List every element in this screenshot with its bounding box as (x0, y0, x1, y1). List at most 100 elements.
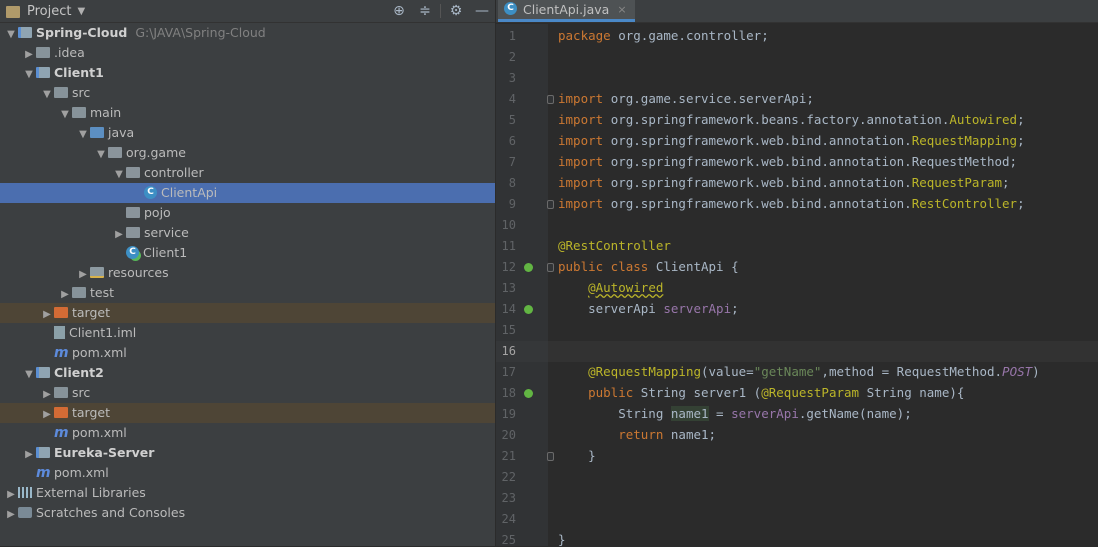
tree-item-label: Scratches and Consoles (36, 505, 186, 520)
tree-item[interactable]: ▶mpom.xml (0, 463, 495, 483)
tree-item[interactable]: ▶CClient1 (0, 243, 495, 263)
line-number: 25 (501, 533, 516, 547)
tree-item[interactable]: ▶mpom.xml (0, 343, 495, 363)
java-class-icon: C (144, 186, 157, 199)
spring-bean-icon[interactable] (524, 389, 533, 398)
tree-item[interactable]: ▼ Client2 (0, 363, 495, 383)
resources-folder-icon (90, 267, 104, 278)
code-line: String name1 = serverApi.getName(name); (558, 406, 912, 421)
spring-bean-icon[interactable] (524, 305, 533, 314)
line-number: 4 (508, 92, 516, 106)
module-folder-icon (18, 27, 32, 38)
code-line: serverApi serverApi; (558, 301, 739, 316)
expanded-arrow-icon[interactable]: ▼ (22, 65, 36, 85)
collapsed-arrow-icon[interactable]: ▶ (58, 285, 72, 305)
tree-item[interactable]: ▶ src (0, 383, 495, 403)
expanded-arrow-icon[interactable]: ▼ (22, 365, 36, 385)
tree-item-label: Client1 (143, 245, 188, 260)
tree-item[interactable]: ▼ main (0, 103, 495, 123)
project-tree: ▼ Spring-Cloud G:\JAVA\Spring-Cloud ▶ .idea ▼… (0, 23, 495, 523)
expanded-arrow-icon[interactable]: ▼ (76, 125, 90, 145)
tree-item[interactable]: ▶ target (0, 303, 495, 323)
tree-item[interactable]: ▶mpom.xml (0, 423, 495, 443)
tree-item[interactable]: ▼ controller (0, 163, 495, 183)
code-line: import org.springframework.web.bind.anno… (558, 175, 1010, 190)
tab-clientapi-java[interactable]: C ClientApi.java × (498, 0, 635, 22)
expanded-arrow-icon[interactable]: ▼ (4, 25, 18, 45)
close-icon[interactable]: × (617, 3, 626, 16)
tree-item[interactable]: ▼ src (0, 83, 495, 103)
line-gutter[interactable]: 1 2 3 4 5 6 7 8 9 10 11 12 13 14 15 16 17 18 19 20 21 22 23 24 2… (496, 24, 554, 547)
chevron-down-icon[interactable]: ▼ (77, 6, 85, 17)
line-number: 16 (501, 344, 516, 358)
spring-bean-icon[interactable] (524, 263, 533, 272)
tree-item-label: ClientApi (161, 185, 218, 200)
iml-file-icon (54, 326, 65, 339)
collapse-icon[interactable]: ≑ (412, 3, 438, 19)
collapsed-arrow-icon[interactable]: ▶ (4, 505, 18, 525)
collapsed-arrow-icon[interactable]: ▶ (76, 265, 90, 285)
runnable-class-icon: C (126, 246, 139, 259)
package-icon (108, 147, 122, 158)
tree-item-label: java (108, 125, 135, 140)
collapsed-arrow-icon[interactable]: ▶ (22, 445, 36, 465)
tree-item[interactable]: ▶ External Libraries (0, 483, 495, 503)
tree-item[interactable]: ▼ Spring-Cloud G:\JAVA\Spring-Cloud (0, 23, 495, 43)
tree-item[interactable]: ▶ Eureka-Server (0, 443, 495, 463)
expanded-arrow-icon[interactable]: ▼ (58, 105, 72, 125)
locate-icon[interactable]: ⊕ (386, 3, 412, 19)
tree-item-label: pojo (144, 205, 171, 220)
line-number: 20 (501, 428, 516, 442)
gear-icon[interactable]: ⚙ (443, 3, 469, 19)
tree-item[interactable]: ▶ Scratches and Consoles (0, 503, 495, 523)
expanded-arrow-icon[interactable]: ▼ (94, 145, 108, 165)
tree-item-label: Client2 (54, 365, 104, 380)
minimize-icon[interactable]: — (469, 3, 495, 19)
tree-item[interactable]: ▶ test (0, 283, 495, 303)
line-number: 11 (501, 239, 516, 253)
collapsed-arrow-icon[interactable]: ▶ (112, 225, 126, 245)
collapsed-arrow-icon[interactable]: ▶ (40, 405, 54, 425)
tree-item-label: main (90, 105, 122, 120)
collapsed-arrow-icon[interactable]: ▶ (22, 45, 36, 65)
code-line: } (558, 532, 566, 547)
tree-item[interactable]: ▶pojo (0, 203, 495, 223)
tree-item-label: src (72, 385, 91, 400)
maven-icon: m (54, 424, 69, 441)
tree-item-label: resources (108, 265, 169, 280)
tree-item[interactable]: ▶ target (0, 403, 495, 423)
tree-item-label: External Libraries (36, 485, 146, 500)
collapsed-arrow-icon[interactable]: ▶ (40, 305, 54, 325)
code-line: } (558, 448, 596, 463)
line-number: 9 (508, 197, 516, 211)
tree-item[interactable]: ▶CClientApi (0, 183, 495, 203)
tree-item[interactable]: ▶ .idea (0, 43, 495, 63)
collapsed-arrow-icon[interactable]: ▶ (4, 485, 18, 505)
tree-item[interactable]: ▼ org.game (0, 143, 495, 163)
tree-item[interactable]: ▼ Client1 (0, 63, 495, 83)
code-line: @RestController (558, 238, 671, 253)
line-number: 15 (501, 323, 516, 337)
current-line-highlight (548, 341, 1098, 362)
expanded-arrow-icon[interactable]: ▼ (112, 165, 126, 185)
project-view-selector[interactable]: Project (27, 4, 71, 19)
line-number: 24 (501, 512, 516, 526)
module-folder-icon (36, 67, 50, 78)
libraries-icon (18, 487, 32, 498)
project-icon (6, 6, 20, 18)
folder-icon (36, 47, 50, 58)
maven-icon: m (54, 344, 69, 361)
tree-item[interactable]: ▶ service (0, 223, 495, 243)
collapsed-arrow-icon[interactable]: ▶ (40, 385, 54, 405)
tree-item[interactable]: ▶ resources (0, 263, 495, 283)
code-editor[interactable]: package org.game.controller; import org.g… (548, 24, 1098, 547)
tree-item-label: Client1.iml (69, 325, 137, 340)
expanded-arrow-icon[interactable]: ▼ (40, 85, 54, 105)
tree-item-label: controller (144, 165, 204, 180)
code-line: import org.springframework.beans.factory… (558, 112, 1025, 127)
line-number: 23 (501, 491, 516, 505)
line-number: 3 (508, 71, 516, 85)
tree-item[interactable]: ▼ java (0, 123, 495, 143)
module-folder-icon (36, 447, 50, 458)
tree-item[interactable]: ▶Client1.iml (0, 323, 495, 343)
